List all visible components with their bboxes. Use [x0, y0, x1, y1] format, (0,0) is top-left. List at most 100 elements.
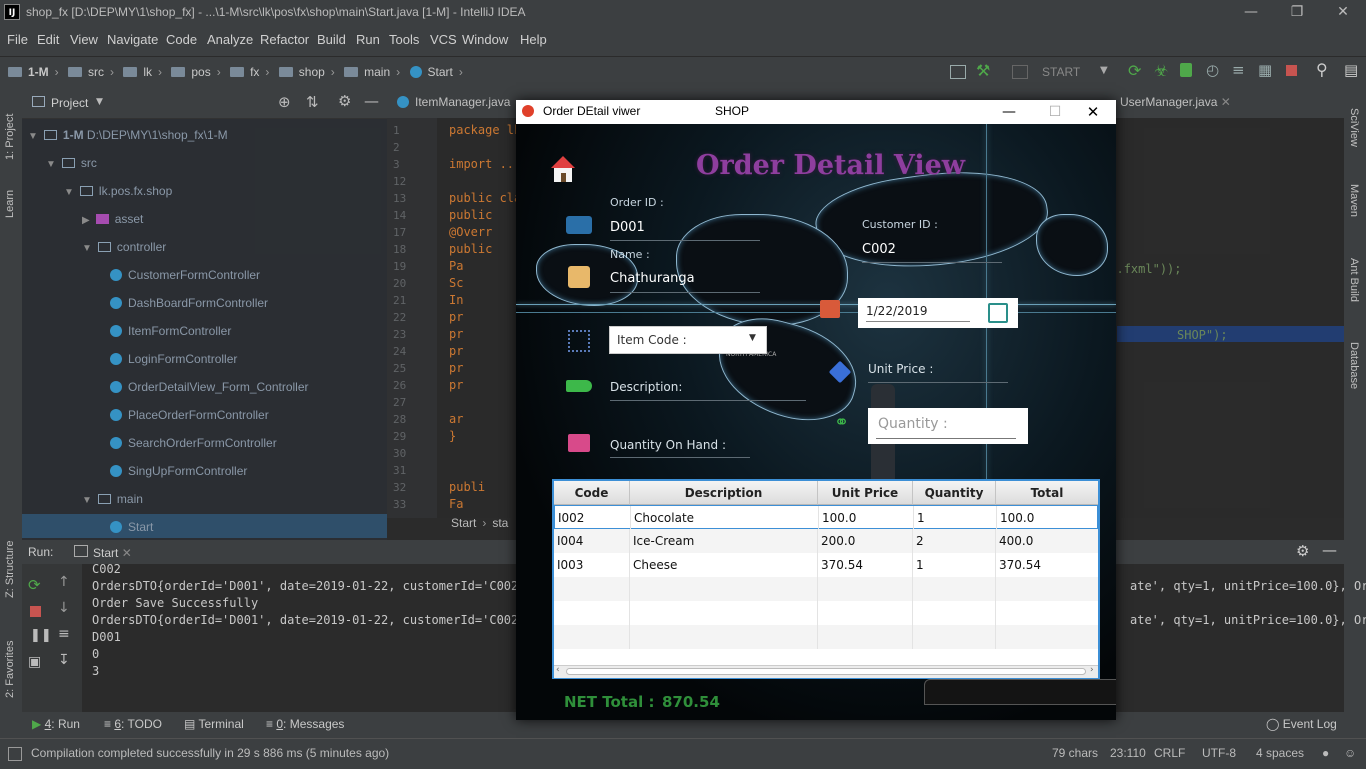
- run-config-select[interactable]: START: [1042, 65, 1080, 79]
- menu-analyze[interactable]: Analyze: [207, 32, 253, 47]
- chevron-down-icon[interactable]: ▼: [749, 333, 756, 343]
- profile-icon[interactable]: ◴: [1206, 61, 1219, 79]
- tree-class-item[interactable]: DashBoardFormController: [110, 296, 268, 310]
- tree-class-item[interactable]: ItemFormController: [110, 324, 231, 338]
- menu-tools[interactable]: Tools: [389, 32, 419, 47]
- menu-navigate[interactable]: Navigate: [107, 32, 158, 47]
- build-project-icon[interactable]: ≡: [1232, 61, 1245, 79]
- lock-icon[interactable]: ●: [1322, 746, 1329, 760]
- breadcrumb-main[interactable]: main: [364, 65, 390, 79]
- stop-icon[interactable]: [30, 606, 41, 617]
- breadcrumb-1-m[interactable]: 1-M: [28, 65, 49, 79]
- tree-class-item[interactable]: OrderDetailView_Form_Controller: [110, 380, 309, 394]
- debug-bug-icon[interactable]: ☣: [1154, 61, 1168, 80]
- tool-tab-terminal[interactable]: ▤ Terminal: [184, 717, 244, 731]
- project-panel-title[interactable]: Project: [51, 96, 88, 110]
- up-arrow-icon[interactable]: ↑: [58, 574, 70, 590]
- tree-asset[interactable]: ▶ asset: [82, 212, 143, 226]
- horizontal-scrollbar[interactable]: ‹ ›: [554, 665, 1098, 678]
- col-header-description[interactable]: Description: [630, 481, 818, 505]
- dialog-minimize-button[interactable]: —: [986, 100, 1032, 124]
- breadcrumb-start[interactable]: Start: [428, 65, 453, 79]
- editor-crumb[interactable]: Start: [451, 516, 476, 530]
- rerun-icon[interactable]: ⟳: [28, 576, 41, 594]
- favorites-tool-tab[interactable]: 2: Favorites: [4, 641, 16, 698]
- scroll-left-icon[interactable]: ‹: [556, 665, 560, 675]
- name-field[interactable]: Chathuranga: [610, 271, 695, 286]
- structure-tool-tab[interactable]: Z: Structure: [4, 541, 16, 598]
- project-tool-tab[interactable]: 1: Project: [4, 114, 16, 160]
- hide-icon[interactable]: —: [364, 92, 379, 110]
- pause-icon[interactable]: ❚❚: [30, 628, 52, 643]
- breadcrumb-lk[interactable]: lk: [143, 65, 152, 79]
- item-code-combobox[interactable]: Item Code : ▼: [609, 326, 767, 354]
- menu-edit[interactable]: Edit: [37, 32, 59, 47]
- customer-id-field[interactable]: C002: [862, 242, 896, 257]
- breadcrumb-src[interactable]: src: [88, 65, 104, 79]
- event-log-tab[interactable]: ◯ Event Log: [1266, 717, 1337, 731]
- tool-tab-todo[interactable]: ≡ 6: TODO: [104, 717, 162, 731]
- tree-start[interactable]: Start: [110, 520, 153, 534]
- menu-window[interactable]: Window: [462, 32, 508, 47]
- status-position[interactable]: 23:110: [1110, 746, 1146, 760]
- learn-tool-tab[interactable]: Learn: [4, 190, 16, 218]
- col-header-total[interactable]: Total: [996, 481, 1098, 505]
- menu-view[interactable]: View: [70, 32, 98, 47]
- close-icon[interactable]: ✕: [1221, 95, 1231, 109]
- menu-code[interactable]: Code: [166, 32, 197, 47]
- editor-crumb[interactable]: sta: [492, 516, 508, 530]
- menu-vcs[interactable]: VCS: [430, 32, 457, 47]
- home-icon[interactable]: [548, 156, 578, 184]
- order-id-field[interactable]: D001: [610, 220, 645, 235]
- run-tab-start[interactable]: Start ✕: [74, 545, 132, 560]
- down-arrow-icon[interactable]: ↓: [58, 600, 70, 616]
- stop-all-icon[interactable]: ▦: [1258, 61, 1272, 79]
- vcs-icon[interactable]: ▤: [1344, 61, 1358, 79]
- quantity-field[interactable]: Quantity :: [868, 408, 1028, 444]
- tab-usermanager[interactable]: UserManager.java ✕: [1120, 95, 1231, 109]
- menu-help[interactable]: Help: [520, 32, 547, 47]
- restore-button[interactable]: ❐: [1274, 0, 1320, 24]
- gear-icon[interactable]: ⚙: [338, 92, 351, 110]
- tool-tab-messages[interactable]: ≡ 0: Messages: [266, 717, 344, 731]
- camera-icon[interactable]: ▣: [28, 654, 41, 670]
- stop-icon[interactable]: [1286, 65, 1297, 76]
- sciview-tool-tab[interactable]: SciView: [1348, 108, 1360, 147]
- breadcrumb-pos[interactable]: pos: [191, 65, 210, 79]
- status-encoding[interactable]: UTF-8: [1202, 746, 1236, 760]
- status-toggle-icon[interactable]: [8, 747, 22, 761]
- tree-main[interactable]: ▼ main: [82, 492, 143, 506]
- scroll-right-icon[interactable]: ›: [1090, 665, 1094, 675]
- menu-refactor[interactable]: Refactor: [260, 32, 309, 47]
- tree-class-item[interactable]: SingUpFormController: [110, 464, 247, 478]
- close-icon[interactable]: ✕: [122, 546, 132, 560]
- breadcrumb-shop[interactable]: shop: [299, 65, 325, 79]
- database-tool-tab[interactable]: Database: [1348, 342, 1360, 389]
- notification-icon[interactable]: ☺: [1344, 746, 1356, 760]
- scrollbar-thumb[interactable]: [566, 668, 1086, 675]
- tree-src[interactable]: ▼ src: [46, 156, 97, 170]
- breadcrumb-fx[interactable]: fx: [250, 65, 259, 79]
- scroll-end-icon[interactable]: ↧: [58, 652, 70, 668]
- chevron-down-icon[interactable]: ▼: [96, 97, 103, 107]
- status-line-ending[interactable]: CRLF: [1154, 746, 1185, 760]
- hide-icon[interactable]: —: [1322, 541, 1337, 559]
- calendar-picker-icon[interactable]: [988, 303, 1008, 323]
- col-header-unit-price[interactable]: Unit Price: [818, 481, 913, 505]
- chevron-down-icon[interactable]: ▼: [1100, 65, 1108, 76]
- col-header-quantity[interactable]: Quantity: [913, 481, 996, 505]
- menu-build[interactable]: Build: [317, 32, 346, 47]
- close-window-button[interactable]: ✕: [1320, 0, 1366, 24]
- status-indent[interactable]: 4 spaces: [1256, 746, 1304, 760]
- tree-class-item[interactable]: CustomerFormController: [110, 268, 260, 282]
- ant-build-tool-tab[interactable]: Ant Build: [1348, 258, 1360, 302]
- order-items-table[interactable]: Code Description Unit Price Quantity Tot…: [552, 479, 1100, 679]
- table-row[interactable]: I002 Chocolate 100.0 1 100.0: [554, 505, 1098, 530]
- table-row[interactable]: I003 Cheese 370.54 1 370.54: [554, 553, 1098, 577]
- locate-icon[interactable]: ⊕: [278, 93, 291, 111]
- tree-package[interactable]: ▼ lk.pos.fx.shop: [64, 184, 172, 198]
- menu-run[interactable]: Run: [356, 32, 380, 47]
- soft-wrap-icon[interactable]: ≡: [58, 626, 70, 642]
- menu-file[interactable]: File: [7, 32, 28, 47]
- dialog-close-button[interactable]: ✕: [1070, 100, 1116, 124]
